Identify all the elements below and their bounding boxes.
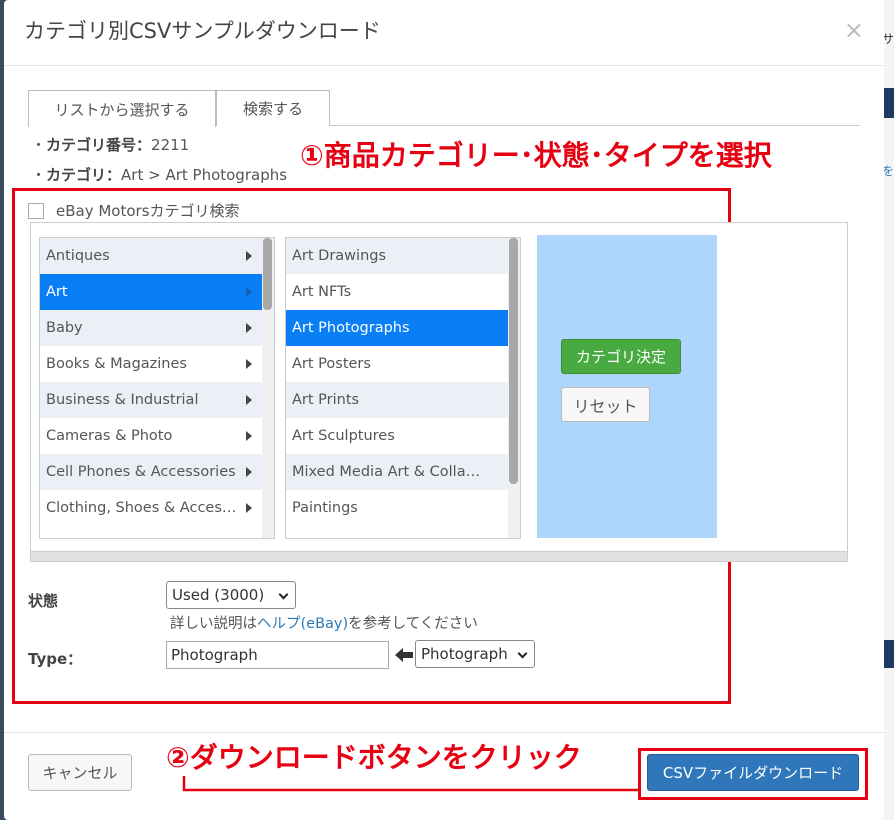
list1-scrollbar[interactable] [262,238,274,538]
tab-search[interactable]: 検索する [216,90,330,126]
chevron-right-icon [246,431,252,441]
chevron-down-icon [278,589,289,600]
tab-select-from-list[interactable]: リストから選択する [28,90,216,127]
type-label: Type： [28,650,83,668]
chevron-right-icon [246,251,252,261]
action-area: カテゴリ決定 リセット [537,235,717,538]
list-item[interactable]: Art Sculptures [286,418,520,454]
csv-download-button[interactable]: CSVファイルダウンロード [647,754,859,791]
list2-scrollbar[interactable] [508,238,520,538]
category-path-row: ・カテゴリ：Art > Art Photographs [31,166,288,184]
category-number-value: 2211 [151,136,190,154]
list-item[interactable]: Art Prints [286,382,520,418]
motors-checkbox[interactable] [28,202,44,219]
list-item-selected[interactable]: Art [40,274,274,310]
list-item[interactable]: Antiques [40,238,274,274]
list-item[interactable]: Art NFTs [286,274,520,310]
chevron-right-icon [246,395,252,405]
list-item[interactable]: Baby [40,310,274,346]
list-item[interactable]: Paintings [286,490,520,526]
category-path-value: Art > Art Photographs [121,166,288,184]
type-select-value: Photograph [421,645,508,663]
list-item[interactable]: Books & Magazines [40,346,274,382]
arrow-left-icon [395,648,413,662]
category-selector-panel: Antiques Art Baby Books & Magazines Busi… [30,222,848,562]
condition-select[interactable]: Used (3000) [166,581,296,609]
annotation-step1: ①商品カテゴリー･状態･タイプを選択 [300,139,772,172]
list-item[interactable]: Art Posters [286,346,520,382]
cancel-button[interactable]: キャンセル [28,754,132,791]
close-icon[interactable]: × [844,18,864,42]
chevron-right-icon [246,467,252,477]
chevron-right-icon [246,503,252,513]
category-number-label: カテゴリ番号： [46,136,152,154]
modal-header: カテゴリ別CSVサンプルダウンロード × [4,0,884,66]
list-item[interactable]: Cell Phones & Accessories [40,454,274,490]
motors-checkbox-label: eBay Motorsカテゴリ検索 [56,202,240,220]
panel-horizontal-scrollbar[interactable] [31,551,847,561]
tab-bar: リストから選択する 検索する [28,90,860,127]
chevron-right-icon [246,359,252,369]
list2-scroll-thumb[interactable] [509,238,518,484]
annotation-step2: ②ダウンロードボタンをクリック [166,741,582,774]
type-select[interactable]: Photograph [415,640,535,668]
list-item[interactable]: Clothing, Shoes & Acces… [40,490,274,526]
list-item-selected[interactable]: Art Photographs [286,310,520,346]
condition-label: 状態 [28,592,59,610]
csv-download-modal: カテゴリ別CSVサンプルダウンロード × リストから選択する 検索する ・カテゴ… [4,0,884,820]
motors-checkbox-row[interactable]: eBay Motorsカテゴリ検索 [28,200,240,221]
reset-button[interactable]: リセット [561,387,650,422]
list1-scroll-thumb[interactable] [263,238,272,310]
category-path-label: カテゴリ： [46,166,122,184]
help-ebay-link[interactable]: ヘルプ(eBay) [257,616,348,632]
category-list-level2[interactable]: Art Drawings Art NFTs Art Photographs Ar… [285,237,521,539]
condition-select-value: Used (3000) [172,586,265,604]
list-item[interactable]: Mixed Media Art & Colla… [286,454,520,490]
chevron-down-icon [517,648,528,659]
type-input[interactable] [166,641,389,669]
decide-category-button[interactable]: カテゴリ決定 [561,339,681,374]
category-list-level1[interactable]: Antiques Art Baby Books & Magazines Busi… [39,237,275,539]
list-item[interactable]: Cameras & Photo [40,418,274,454]
category-number-row: ・カテゴリ番号：2211 [31,136,190,154]
list-item[interactable]: Business & Industrial [40,382,274,418]
chevron-right-icon [246,323,252,333]
modal-title: カテゴリ別CSVサンプルダウンロード [24,19,381,43]
condition-help-text: 詳しい説明はヘルプ(eBay)を参考してください [170,616,478,632]
list-item[interactable]: Art Drawings [286,238,520,274]
chevron-right-icon [246,287,252,297]
